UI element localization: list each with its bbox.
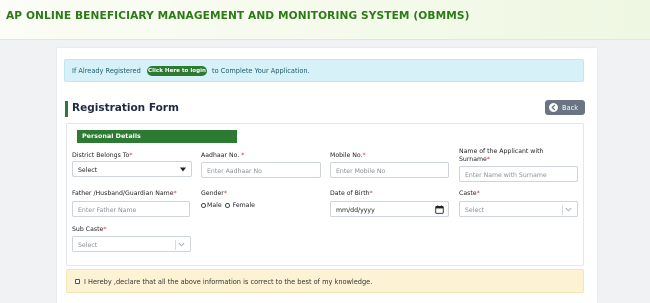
applicant-name-label: Name of the Applicant with Surname* [459, 148, 544, 163]
app-header: AP ONLINE BENEFICIARY MANAGEMENT AND MON… [0, 0, 650, 40]
declaration-checkbox[interactable] [75, 279, 80, 284]
father-name-input[interactable]: Enter Father Name [72, 201, 190, 217]
aadhaar-label: Aadhaar No. * [201, 152, 245, 159]
declaration-text: I Hereby ,declare that all the above inf… [84, 278, 373, 286]
applicant-name-placeholder: Enter Name with Surname [465, 171, 547, 179]
sub-caste-label: Sub Caste* [72, 226, 107, 233]
chevron-down-icon [180, 167, 186, 174]
info-prefix-text: If Already Registered [72, 67, 141, 75]
mobile-placeholder: Enter Mobile No [336, 167, 386, 175]
app-title: AP ONLINE BENEFICIARY MANAGEMENT AND MON… [6, 10, 470, 22]
gender-male-radio[interactable] [201, 202, 206, 208]
declaration-box: I Hereby ,declare that all the above inf… [66, 269, 584, 293]
select-divider [175, 240, 176, 250]
arrow-left-circle-icon [549, 103, 558, 112]
dob-placeholder: mm/dd/yyyy [336, 206, 375, 214]
dob-input[interactable]: mm/dd/yyyy [330, 201, 449, 217]
back-button[interactable]: Back [545, 100, 585, 115]
calendar-icon[interactable] [435, 205, 444, 216]
sub-caste-select-placeholder: Select [78, 241, 98, 249]
district-select-value: Select [78, 166, 98, 174]
gender-radio-group: Male Female [201, 202, 255, 209]
father-name-label: Father /Husband/Guardian Name* [72, 190, 177, 197]
gender-label: Gender* [201, 190, 227, 197]
father-name-placeholder: Enter Father Name [78, 206, 137, 214]
info-suffix-text: to Complete Your Application. [212, 67, 310, 75]
caste-label: Caste* [459, 190, 480, 197]
mobile-label: Mobile No.* [330, 152, 366, 159]
login-info-banner: If Already Registered Click Here to logi… [64, 59, 584, 82]
chevron-down-icon [178, 242, 185, 249]
section-heading: Personal Details [77, 130, 237, 143]
back-button-label: Back [562, 103, 579, 112]
dob-label: Date of Birth* [330, 190, 373, 197]
district-select[interactable]: Select [72, 161, 192, 177]
gender-male-label: Male [207, 202, 222, 209]
gender-female-label: Female [232, 202, 255, 209]
title-accent-bar [65, 101, 68, 117]
caste-select-placeholder: Select [465, 206, 485, 214]
sub-caste-select[interactable]: Select [72, 236, 191, 252]
caste-select[interactable]: Select [459, 201, 578, 217]
district-label: District Belongs To* [72, 152, 133, 159]
chevron-down-icon [565, 207, 572, 214]
gender-female-radio[interactable] [224, 202, 230, 208]
aadhaar-input[interactable]: Enter Aadhaar No [201, 162, 321, 178]
page-title: Registration Form [72, 102, 179, 114]
applicant-name-input[interactable]: Enter Name with Surname [459, 166, 578, 182]
mobile-input[interactable]: Enter Mobile No [330, 162, 449, 178]
login-link-button[interactable]: Click Here to login [147, 66, 207, 76]
aadhaar-placeholder: Enter Aadhaar No [207, 167, 262, 175]
select-divider [562, 205, 563, 215]
